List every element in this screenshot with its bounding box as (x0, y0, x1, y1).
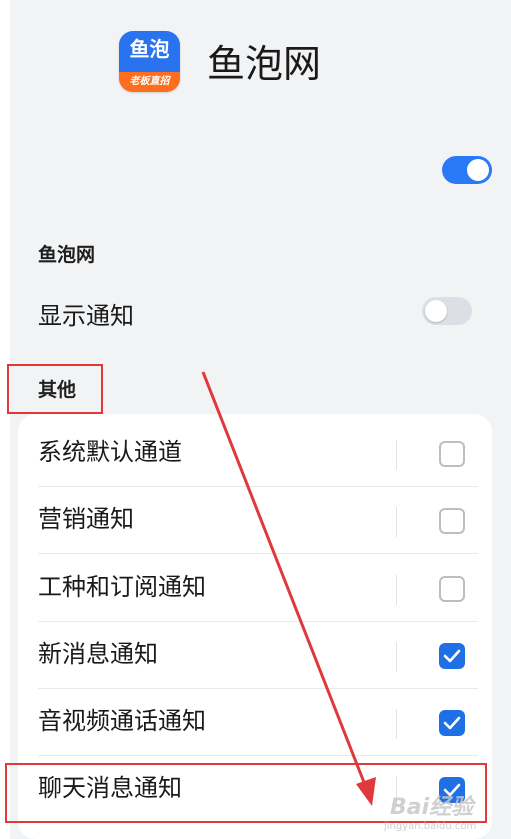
watermark-sub: jingyan.baidu.com (384, 821, 477, 832)
annotation-arrow-icon (201, 371, 376, 806)
watermark-main: Bai经验 (390, 795, 474, 820)
watermark: Bai经验 jingyan.baidu.com (384, 785, 504, 835)
